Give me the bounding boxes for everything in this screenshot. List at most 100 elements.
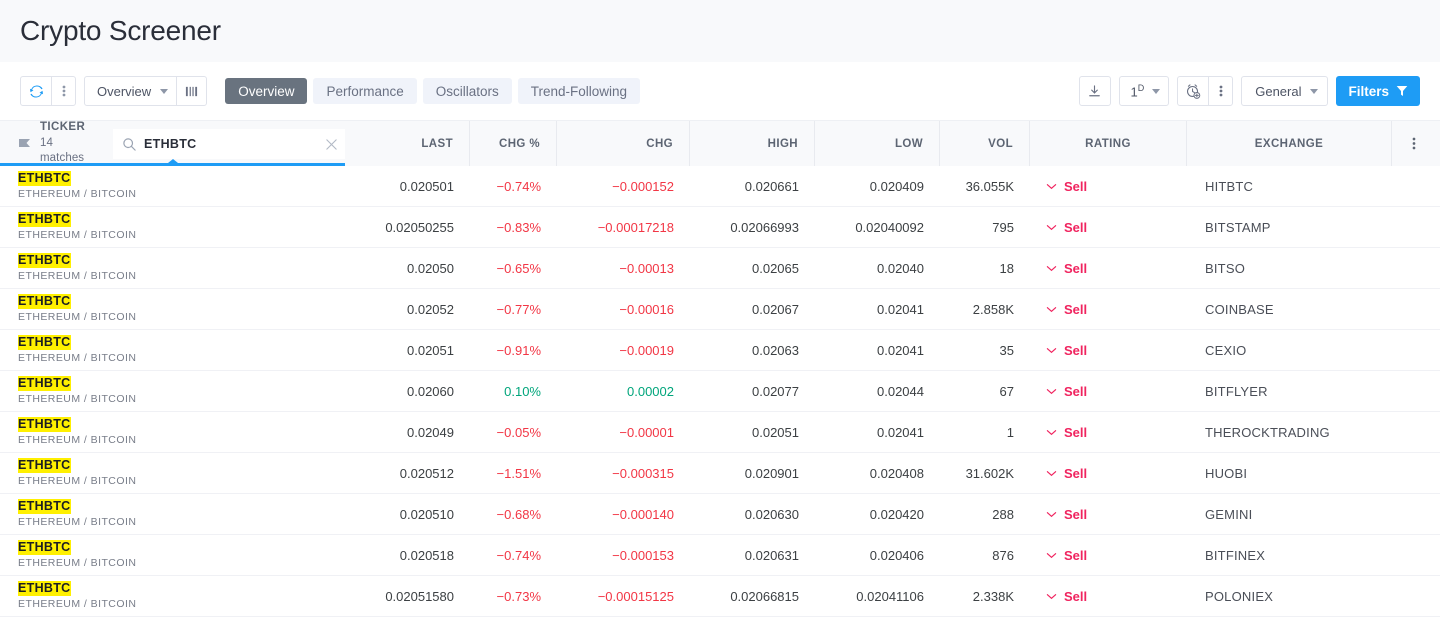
- ticker-description: ETHEREUM / BITCOIN: [18, 393, 137, 406]
- row-menu-button[interactable]: [1392, 494, 1436, 534]
- cell-vol: 795: [992, 219, 1014, 235]
- cell-ticker[interactable]: ETHBTC ETHEREUM / BITCOIN: [0, 494, 345, 534]
- ticker-symbol: ETHBTC: [18, 211, 71, 228]
- cell-vol: 876: [992, 547, 1014, 563]
- row-menu-button[interactable]: [1392, 576, 1436, 616]
- cell-chg: −0.00015125: [597, 588, 674, 604]
- row-menu-button[interactable]: [1392, 166, 1436, 206]
- refresh-more-button[interactable]: [51, 77, 75, 105]
- row-menu-button[interactable]: [1392, 371, 1436, 411]
- row-menu-button[interactable]: [1392, 248, 1436, 288]
- search-input[interactable]: [144, 137, 318, 151]
- cell-low: 0.02041106: [856, 588, 924, 604]
- column-header-ticker[interactable]: TICKER 14 matches: [0, 121, 345, 166]
- column-header-chg[interactable]: CHG: [557, 121, 690, 166]
- column-header-vol[interactable]: VOL: [940, 121, 1030, 166]
- rating-label: Sell: [1064, 301, 1088, 317]
- search-icon: [123, 137, 136, 151]
- close-icon[interactable]: [325, 138, 338, 151]
- table-row[interactable]: ETHBTC ETHEREUM / BITCOIN 0.020518 −0.74% −0…: [0, 535, 1440, 576]
- table-row[interactable]: ETHBTC ETHEREUM / BITCOIN 0.020512 −1.51% −0…: [0, 453, 1440, 494]
- download-button[interactable]: [1080, 77, 1110, 105]
- cell-ticker[interactable]: ETHBTC ETHEREUM / BITCOIN: [0, 248, 345, 288]
- general-group: General: [1241, 76, 1329, 106]
- ticker-description: ETHEREUM / BITCOIN: [18, 188, 137, 201]
- table-row[interactable]: ETHBTC ETHEREUM / BITCOIN 0.02050 −0.65% −0.…: [0, 248, 1440, 289]
- chevron-down-icon: [1046, 183, 1057, 189]
- cell-low: 0.02044: [877, 383, 924, 399]
- table-row[interactable]: ETHBTC ETHEREUM / BITCOIN 0.02051 −0.91% −0.…: [0, 330, 1440, 371]
- tab-performance[interactable]: Performance: [313, 78, 417, 104]
- cell-high: 0.02077: [752, 383, 799, 399]
- column-options-button[interactable]: [1392, 121, 1436, 166]
- columns-button[interactable]: [176, 77, 206, 105]
- rating-label: Sell: [1064, 178, 1088, 194]
- cell-vol: 67: [999, 383, 1014, 399]
- cell-ticker[interactable]: ETHBTC ETHEREUM / BITCOIN: [0, 412, 345, 452]
- cell-last: 0.020510: [399, 506, 454, 522]
- table-row[interactable]: ETHBTC ETHEREUM / BITCOIN 0.02050255 −0.83%…: [0, 207, 1440, 248]
- table-row[interactable]: ETHBTC ETHEREUM / BITCOIN 0.02049 −0.05% −0.…: [0, 412, 1440, 453]
- chevron-down-icon: [1046, 552, 1057, 558]
- column-header-last[interactable]: LAST: [345, 121, 470, 166]
- column-header-exchange[interactable]: EXCHANGE: [1187, 121, 1392, 166]
- toolbar: Overview Overview Performance Oscillator…: [0, 62, 1440, 120]
- refresh-button[interactable]: [21, 77, 51, 105]
- interval-dropdown[interactable]: 1D: [1120, 77, 1169, 105]
- page-title: Crypto Screener: [20, 15, 221, 46]
- ticker-symbol: ETHBTC: [18, 334, 71, 351]
- preset-label: Overview: [97, 83, 152, 99]
- cell-high: 0.02066993: [730, 219, 799, 235]
- cell-ticker[interactable]: ETHBTC ETHEREUM / BITCOIN: [0, 207, 345, 247]
- cell-chg: −0.00017218: [597, 219, 674, 235]
- cell-rating: Sell: [1030, 371, 1187, 411]
- cell-high: 0.020901: [744, 465, 799, 481]
- cell-rating: Sell: [1030, 207, 1187, 247]
- cell-last: 0.02050: [407, 260, 454, 276]
- cell-ticker[interactable]: ETHBTC ETHEREUM / BITCOIN: [0, 535, 345, 575]
- tab-overview[interactable]: Overview: [225, 78, 308, 104]
- tab-trend-following[interactable]: Trend-Following: [517, 78, 641, 104]
- general-dropdown[interactable]: General: [1242, 77, 1327, 105]
- preset-dropdown[interactable]: Overview: [85, 77, 176, 105]
- column-header-chg-pct[interactable]: CHG %: [470, 121, 557, 166]
- cell-ticker[interactable]: ETHBTC ETHEREUM / BITCOIN: [0, 576, 345, 616]
- row-menu-button[interactable]: [1392, 289, 1436, 329]
- filters-button[interactable]: Filters: [1336, 76, 1420, 106]
- cell-ticker[interactable]: ETHBTC ETHEREUM / BITCOIN: [0, 371, 345, 411]
- ticker-symbol: ETHBTC: [18, 498, 71, 515]
- ticker-description: ETHEREUM / BITCOIN: [18, 516, 137, 529]
- column-header-high[interactable]: HIGH: [690, 121, 815, 166]
- alert-more-button[interactable]: [1208, 77, 1232, 105]
- table-row[interactable]: ETHBTC ETHEREUM / BITCOIN 0.02052 −0.77% −0.…: [0, 289, 1440, 330]
- create-alert-button[interactable]: [1178, 77, 1208, 105]
- column-header-rating[interactable]: RATING: [1030, 121, 1187, 166]
- cell-ticker[interactable]: ETHBTC ETHEREUM / BITCOIN: [0, 453, 345, 493]
- chevron-down-icon: [160, 88, 169, 94]
- row-menu-button[interactable]: [1392, 330, 1436, 370]
- cell-chg: −0.000152: [612, 178, 674, 194]
- table-row[interactable]: ETHBTC ETHEREUM / BITCOIN 0.020510 −0.68% −0…: [0, 494, 1440, 535]
- table-row[interactable]: ETHBTC ETHEREUM / BITCOIN 0.02051580 −0.73%…: [0, 576, 1440, 617]
- row-menu-button[interactable]: [1392, 207, 1436, 247]
- ticker-header-title: TICKER: [40, 121, 86, 134]
- row-menu-button[interactable]: [1392, 412, 1436, 452]
- rating-label: Sell: [1064, 219, 1088, 235]
- search-box[interactable]: [113, 129, 345, 159]
- tab-oscillators[interactable]: Oscillators: [422, 78, 512, 104]
- cell-ticker[interactable]: ETHBTC ETHEREUM / BITCOIN: [0, 289, 345, 329]
- column-header-low[interactable]: LOW: [815, 121, 940, 166]
- cell-rating: Sell: [1030, 166, 1187, 206]
- ticker-symbol: ETHBTC: [18, 252, 71, 269]
- cell-ticker[interactable]: ETHBTC ETHEREUM / BITCOIN: [0, 330, 345, 370]
- table-row[interactable]: ETHBTC ETHEREUM / BITCOIN 0.02060 0.10% 0.00…: [0, 371, 1440, 412]
- ticker-symbol: ETHBTC: [18, 580, 71, 597]
- cell-low: 0.02041: [877, 301, 924, 317]
- cell-ticker[interactable]: ETHBTC ETHEREUM / BITCOIN: [0, 166, 345, 206]
- row-menu-button[interactable]: [1392, 453, 1436, 493]
- table-row[interactable]: ETHBTC ETHEREUM / BITCOIN 0.020501 −0.74% −0…: [0, 166, 1440, 207]
- row-menu-button[interactable]: [1392, 535, 1436, 575]
- cell-exchange: CEXIO: [1205, 342, 1247, 358]
- cell-chg-pct: −0.74%: [496, 178, 541, 194]
- cell-high: 0.020630: [744, 506, 799, 522]
